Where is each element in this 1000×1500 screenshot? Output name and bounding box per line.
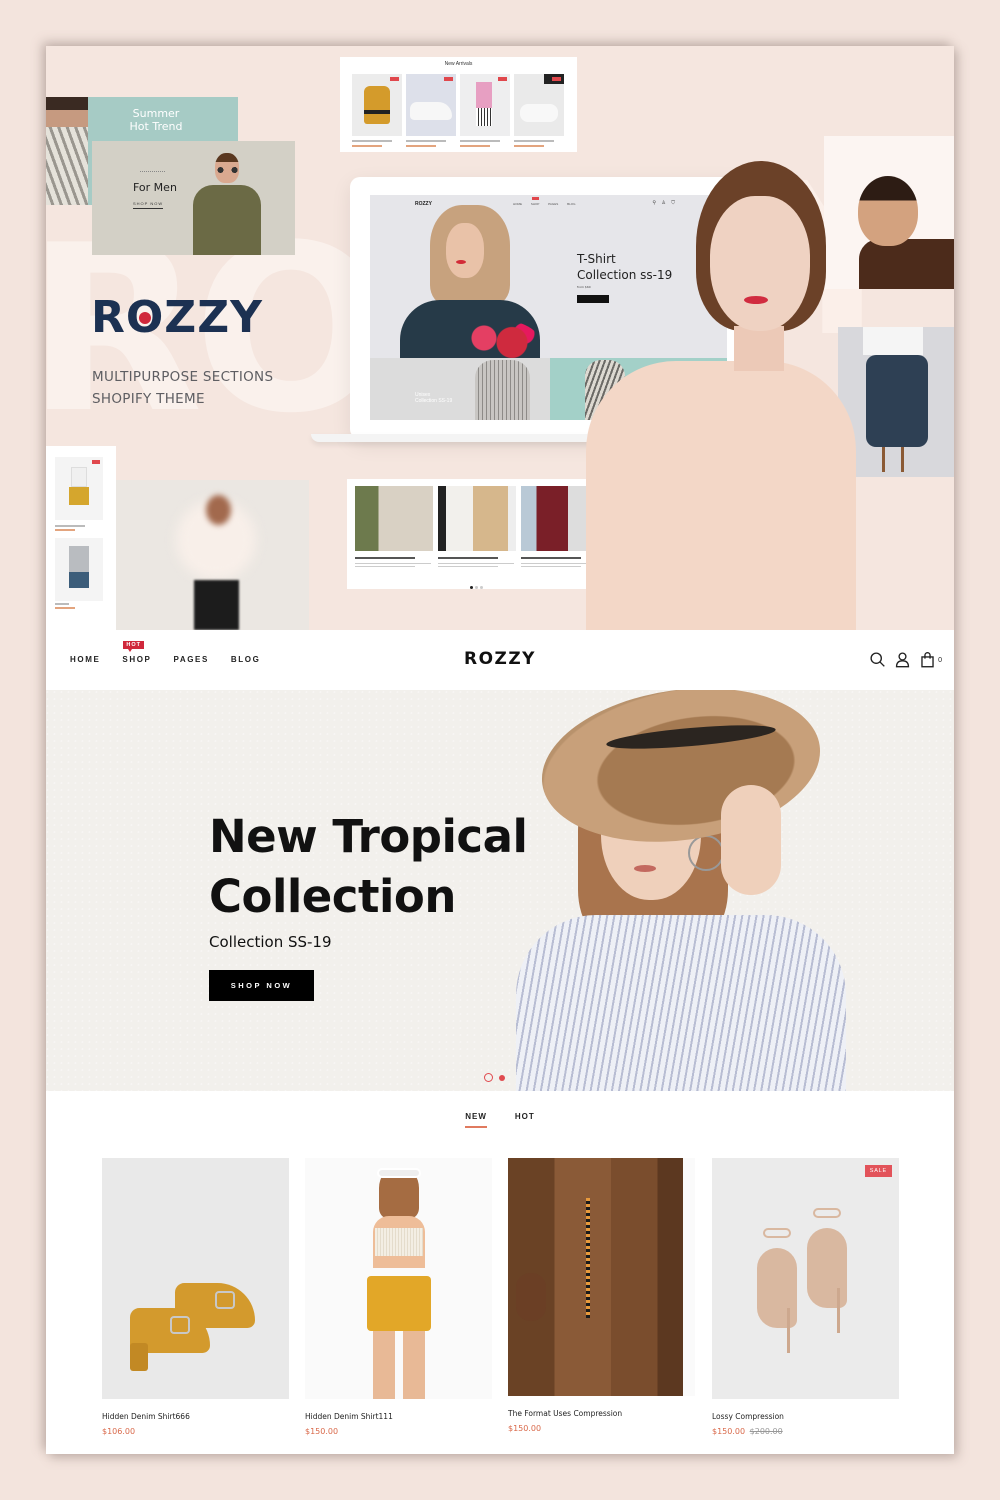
- tab-new[interactable]: NEW: [465, 1112, 487, 1128]
- product-image[interactable]: [305, 1158, 492, 1399]
- mini-hero-model: [400, 205, 540, 365]
- mini-collection-banner: Unisex Collection SS-19: [370, 358, 550, 420]
- product-image[interactable]: [508, 1158, 695, 1396]
- product-image[interactable]: [102, 1158, 289, 1399]
- product-card[interactable]: The Format Uses Compression $150.00: [508, 1158, 695, 1433]
- tab-hot[interactable]: HOT: [515, 1112, 535, 1128]
- featured-model-image: [586, 161, 856, 630]
- mini-product-sneakers-worn: [514, 74, 564, 147]
- mini-product-denim-shorts: [55, 538, 103, 601]
- for-men-shop-now: SHOP NOW: [133, 201, 164, 209]
- product-grid: Hidden Denim Shirt666 $106.00 Hidden Den…: [102, 1158, 899, 1454]
- decorative-dash: [140, 171, 165, 172]
- store-preview: HOME HOT SHOP PAGES BLOG ROZZY 0 New Tro…: [46, 630, 954, 1454]
- product-name[interactable]: The Format Uses Compression: [508, 1409, 695, 1418]
- new-arrivals-heading: New Arrivals: [444, 61, 473, 67]
- hero-title: New Tropical Collection: [209, 810, 528, 923]
- blog-carousel-dots: [470, 576, 485, 594]
- sale-price: $150.00: [712, 1427, 746, 1436]
- slide-dot-2[interactable]: [499, 1074, 505, 1081]
- store-header: HOME HOT SHOP PAGES BLOG ROZZY 0: [46, 630, 954, 690]
- theme-tagline: MULTIPURPOSE SECTIONS SHOPIFY THEME: [92, 369, 274, 407]
- theme-collage: RO Y Summer Hot Trend For Men SHOP NOW R…: [46, 46, 954, 630]
- hot-badge: HOT: [123, 641, 145, 652]
- product-card[interactable]: Hidden Denim Shirt111 $150.00: [305, 1158, 492, 1436]
- for-men-card: For Men SHOP NOW: [92, 141, 295, 255]
- product-image[interactable]: SALE: [712, 1158, 899, 1399]
- blog-item: [438, 486, 516, 571]
- motion-blur-image: [116, 480, 309, 630]
- laptop-base: [311, 434, 631, 442]
- male-model-image: [187, 153, 267, 255]
- product-list-card: [46, 446, 116, 630]
- rozzy-logo: ROZZY: [91, 292, 263, 343]
- sale-badge: SALE: [864, 1165, 892, 1177]
- product-price: $106.00: [102, 1427, 136, 1436]
- slide-dot-1[interactable]: [484, 1073, 493, 1082]
- slider-dots: [484, 1073, 505, 1082]
- product-name[interactable]: Hidden Denim Shirt111: [305, 1412, 492, 1421]
- striped-dress-image: [46, 127, 88, 205]
- hero-slider: New Tropical Collection Collection SS-19…: [46, 690, 954, 1091]
- mini-product-shorts: [55, 457, 103, 520]
- store-logo[interactable]: ROZZY: [46, 649, 954, 669]
- user-icon[interactable]: [894, 651, 911, 668]
- product-card[interactable]: Hidden Denim Shirt666 $106.00: [102, 1158, 289, 1436]
- cart-count: 0: [938, 656, 942, 664]
- hero-subtitle: Collection SS-19: [209, 933, 332, 951]
- header-icons: 0: [869, 651, 942, 668]
- hero-model-image: [516, 690, 876, 1091]
- product-price: $150.00: [508, 1424, 542, 1433]
- for-men-title: For Men: [133, 181, 177, 194]
- mini-product-backpack: [352, 74, 402, 147]
- product-price: $150.00: [305, 1427, 339, 1436]
- shop-now-button[interactable]: SHOP NOW: [209, 970, 314, 1001]
- cart-icon[interactable]: [919, 651, 936, 668]
- preview-frame: RO Y Summer Hot Trend For Men SHOP NOW R…: [46, 46, 954, 1454]
- mini-product-girl: [460, 74, 510, 147]
- logo-red-dot: [139, 312, 152, 324]
- product-price: $150.00 $200.00: [712, 1427, 899, 1436]
- summer-card-title: Summer Hot Trend: [129, 107, 183, 133]
- new-arrivals-card: New Arrivals: [340, 57, 577, 152]
- product-card[interactable]: SALE Lossy Compression $150.00 $200.00: [712, 1158, 899, 1436]
- product-tabs: NEW HOT: [46, 1112, 954, 1128]
- blog-posts-card: [347, 479, 606, 589]
- original-price: $200.00: [749, 1427, 783, 1436]
- search-icon[interactable]: [869, 651, 886, 668]
- mini-product-sneaker: [406, 74, 456, 147]
- product-name[interactable]: Lossy Compression: [712, 1412, 899, 1421]
- blog-item: [355, 486, 433, 571]
- product-name[interactable]: Hidden Denim Shirt666: [102, 1412, 289, 1421]
